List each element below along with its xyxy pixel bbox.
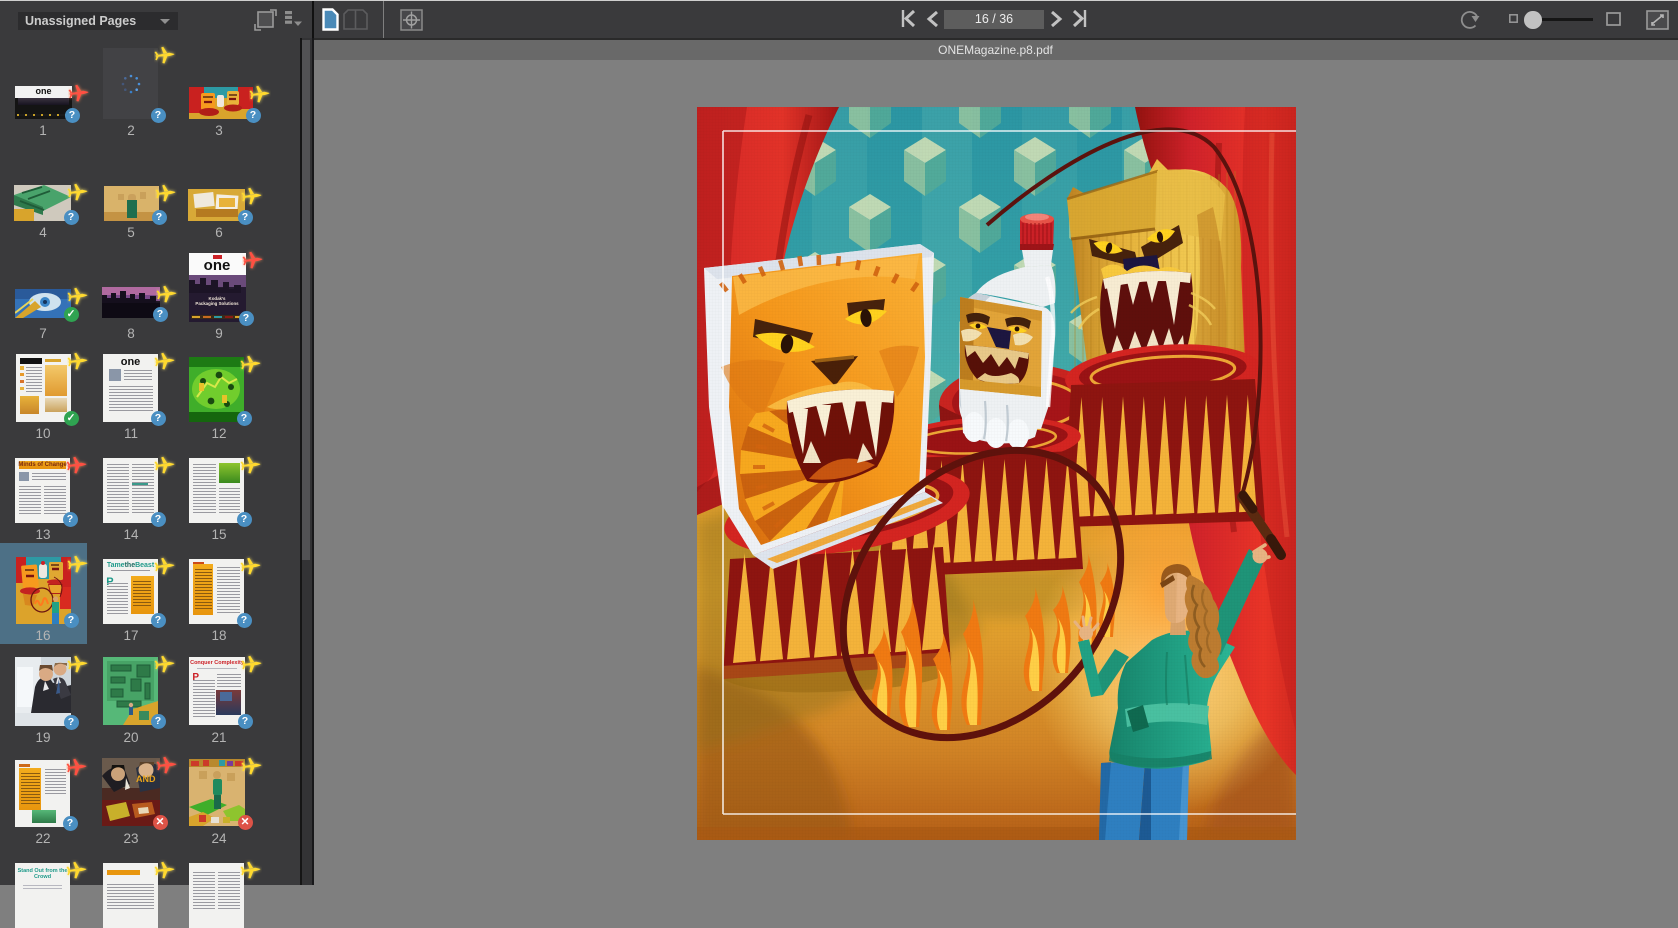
svg-text:AND: AND bbox=[136, 774, 156, 784]
svg-text:one: one bbox=[204, 257, 231, 274]
svg-text:Packaging Solutions: Packaging Solutions bbox=[195, 301, 239, 306]
